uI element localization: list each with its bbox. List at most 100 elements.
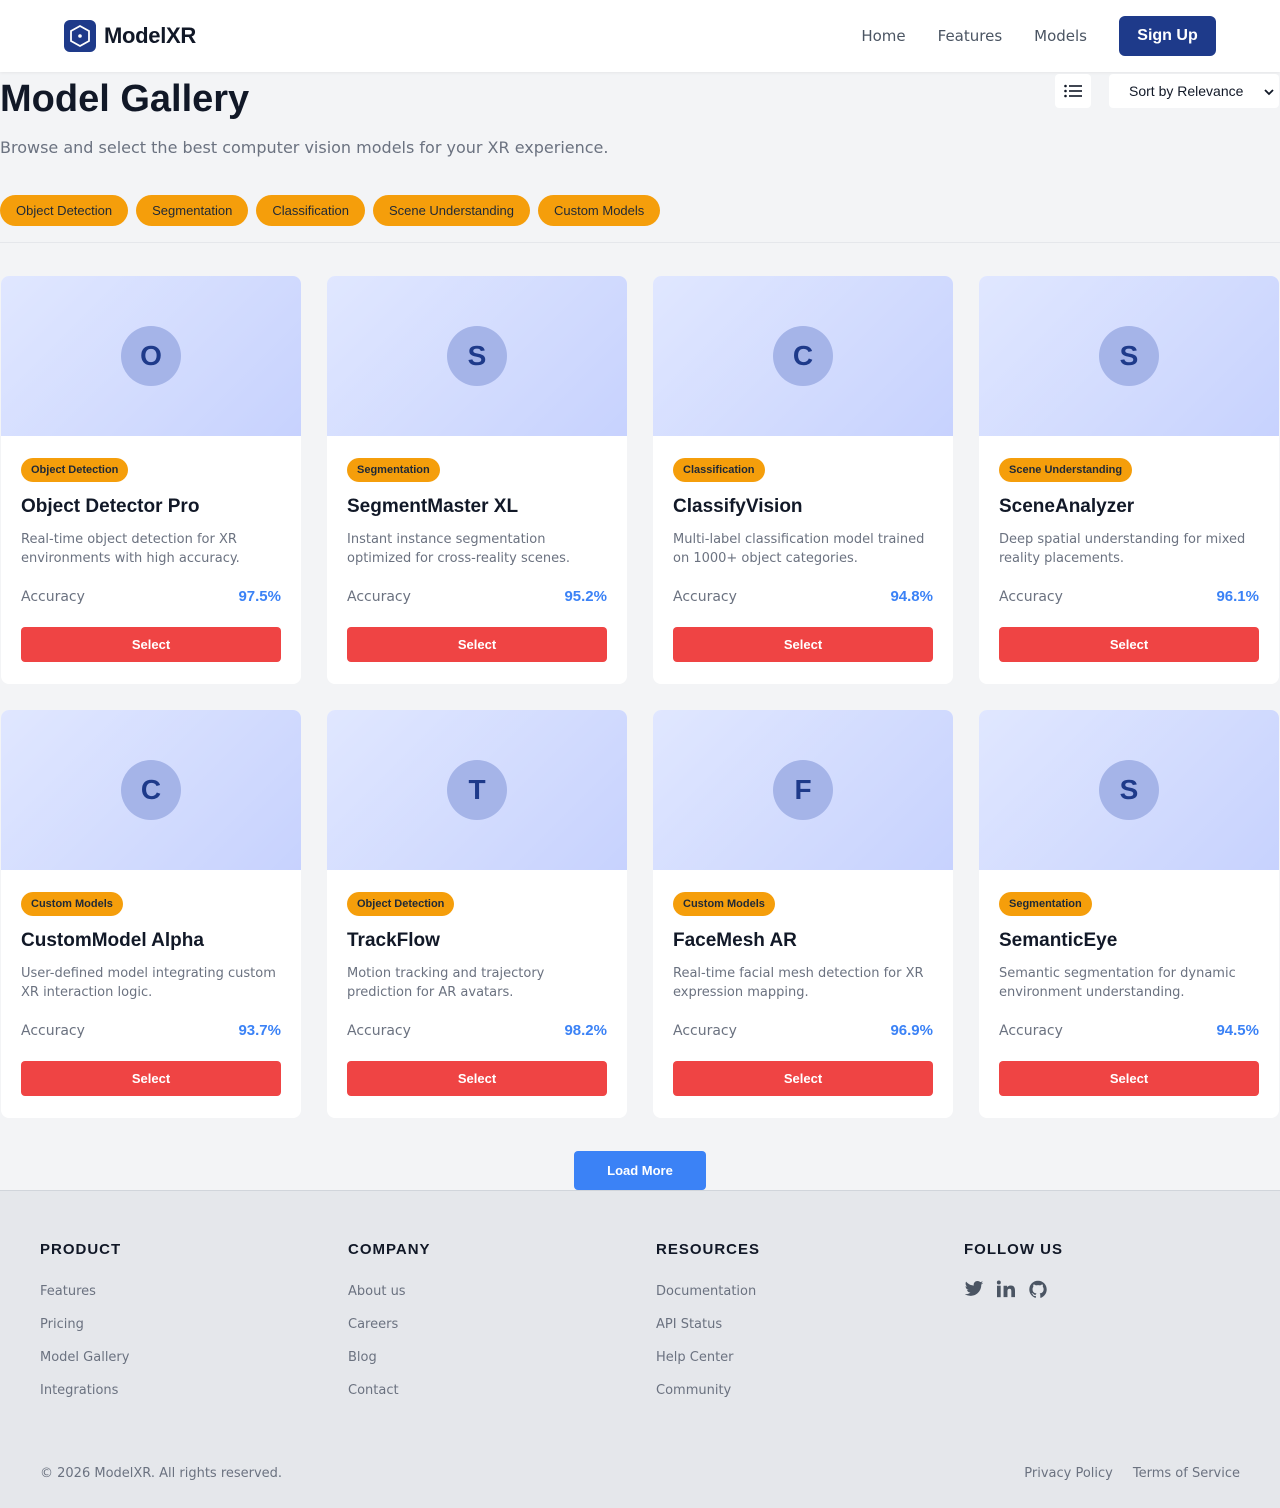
footer-heading: RESOURCES (656, 1241, 761, 1258)
sort-select[interactable]: Sort by Relevance (1109, 74, 1279, 108)
footer-column-follow: FOLLOW US (964, 1241, 1063, 1304)
select-button[interactable]: Select (21, 627, 281, 662)
model-card-thumbnail: T (327, 710, 627, 870)
footer-link-community[interactable]: Community (656, 1383, 760, 1398)
footer-column-company: COMPANY About us Careers Blog Contact (348, 1241, 431, 1398)
model-card-thumbnail: C (1, 710, 301, 870)
model-card-thumbnail: S (979, 276, 1279, 436)
model-card: O Object Detection Object Detector Pro R… (1, 276, 301, 684)
filter-chips: Object Detection Segmentation Classifica… (0, 195, 668, 226)
select-button[interactable]: Select (673, 1061, 933, 1096)
model-name: SegmentMaster XL (347, 496, 519, 517)
model-card-thumbnail: O (1, 276, 301, 436)
model-description: Deep spatial understanding for mixed rea… (999, 532, 1246, 566)
category-badge: Segmentation (999, 892, 1092, 916)
top-navbar: ModelXR Home Features Models Sign Up (0, 0, 1280, 72)
accuracy-value: 98.2% (564, 1022, 607, 1039)
brand-logo[interactable]: ModelXR (64, 20, 196, 52)
model-avatar: S (447, 326, 507, 386)
page-subtitle: Browse and select the best computer visi… (0, 138, 609, 157)
social-links (964, 1280, 1063, 1304)
model-description: Real-time object detection for XR enviro… (21, 532, 240, 566)
model-description: Real-time facial mesh detection for XR e… (673, 966, 924, 1000)
accuracy-value: 94.8% (890, 588, 933, 605)
load-more-button[interactable]: Load More (574, 1151, 706, 1190)
terms-of-service-link[interactable]: Terms of Service (1133, 1466, 1240, 1481)
category-badge: Custom Models (21, 892, 123, 916)
list-view-icon[interactable] (1055, 74, 1091, 108)
sign-up-button[interactable]: Sign Up (1119, 16, 1216, 56)
nav-link-features[interactable]: Features (938, 16, 1003, 56)
model-name: ClassifyVision (673, 496, 803, 517)
accuracy-label: Accuracy (347, 588, 411, 605)
select-button[interactable]: Select (999, 1061, 1259, 1096)
model-card-thumbnail: S (327, 276, 627, 436)
model-card: F Custom Models FaceMesh AR Real-time fa… (653, 710, 953, 1118)
footer-link-about-us[interactable]: About us (348, 1284, 431, 1299)
select-button[interactable]: Select (347, 627, 607, 662)
accuracy-label: Accuracy (673, 1022, 737, 1039)
twitter-icon[interactable] (964, 1280, 984, 1304)
filter-chip-classification[interactable]: Classification (256, 195, 365, 226)
footer-link-careers[interactable]: Careers (348, 1317, 431, 1332)
model-name: FaceMesh AR (673, 930, 797, 951)
model-avatar: F (773, 760, 833, 820)
footer-link-documentation[interactable]: Documentation (656, 1284, 760, 1299)
model-name: SemanticEye (999, 930, 1118, 951)
footer-heading: FOLLOW US (964, 1241, 1063, 1258)
select-button[interactable]: Select (673, 627, 933, 662)
footer-link-blog[interactable]: Blog (348, 1350, 431, 1365)
model-description: Motion tracking and trajectory predictio… (347, 966, 545, 1000)
footer-link-features[interactable]: Features (40, 1284, 129, 1299)
model-card: C Classification ClassifyVision Multi-la… (653, 276, 953, 684)
nav-link-home[interactable]: Home (861, 16, 905, 56)
filter-chip-scene-understanding[interactable]: Scene Understanding (372, 195, 530, 226)
model-avatar: S (1099, 326, 1159, 386)
brand-name: ModelXR (104, 23, 197, 48)
model-description: User-defined model integrating custom XR… (21, 966, 276, 1000)
model-card-thumbnail: C (653, 276, 953, 436)
footer-link-integrations[interactable]: Integrations (40, 1383, 129, 1398)
filter-chip-segmentation[interactable]: Segmentation (136, 195, 249, 226)
model-card: S Scene Understanding SceneAnalyzer Deep… (979, 276, 1279, 684)
select-button[interactable]: Select (347, 1061, 607, 1096)
footer-link-help-center[interactable]: Help Center (656, 1350, 760, 1365)
select-button[interactable]: Select (21, 1061, 281, 1096)
model-card: S Segmentation SegmentMaster XL Instant … (327, 276, 627, 684)
nav-link-models[interactable]: Models (1034, 16, 1087, 56)
model-card-thumbnail: F (653, 710, 953, 870)
footer-link-api-status[interactable]: API Status (656, 1317, 760, 1332)
model-description: Multi-label classification model trained… (673, 532, 925, 566)
footer-column-resources: RESOURCES Documentation API Status Help … (656, 1241, 760, 1398)
model-card: S Segmentation SemanticEye Semantic segm… (979, 710, 1279, 1118)
page-title: Model Gallery (0, 78, 250, 120)
accuracy-value: 94.5% (1216, 1022, 1259, 1039)
model-avatar: C (773, 326, 833, 386)
site-footer: PRODUCT Features Pricing Model Gallery I… (0, 1190, 1280, 1508)
accuracy-value: 95.2% (564, 588, 607, 605)
model-name: CustomModel Alpha (21, 930, 204, 951)
select-button[interactable]: Select (999, 627, 1259, 662)
model-name: TrackFlow (347, 930, 440, 951)
filter-chip-custom-models[interactable]: Custom Models (537, 195, 661, 226)
footer-link-model-gallery[interactable]: Model Gallery (40, 1350, 129, 1365)
legal-links: Privacy Policy Terms of Service (1024, 1466, 1240, 1481)
chevron-down-icon (1263, 85, 1275, 101)
model-card: T Object Detection TrackFlow Motion trac… (327, 710, 627, 1118)
github-icon[interactable] (1028, 1280, 1048, 1304)
accuracy-label: Accuracy (21, 1022, 85, 1039)
model-avatar: O (121, 326, 181, 386)
filter-chip-object-detection[interactable]: Object Detection (0, 195, 129, 226)
footer-link-pricing[interactable]: Pricing (40, 1317, 129, 1332)
footer-heading: PRODUCT (40, 1241, 122, 1258)
category-badge: Segmentation (347, 458, 440, 482)
model-avatar: C (121, 760, 181, 820)
sort-select-value: Sort by Relevance (1129, 83, 1244, 99)
privacy-policy-link[interactable]: Privacy Policy (1024, 1466, 1113, 1481)
category-badge: Classification (673, 458, 765, 482)
model-avatar: S (1099, 760, 1159, 820)
footer-link-contact[interactable]: Contact (348, 1383, 431, 1398)
accuracy-label: Accuracy (999, 588, 1063, 605)
linkedin-icon[interactable] (996, 1280, 1016, 1304)
accuracy-value: 93.7% (238, 1022, 281, 1039)
